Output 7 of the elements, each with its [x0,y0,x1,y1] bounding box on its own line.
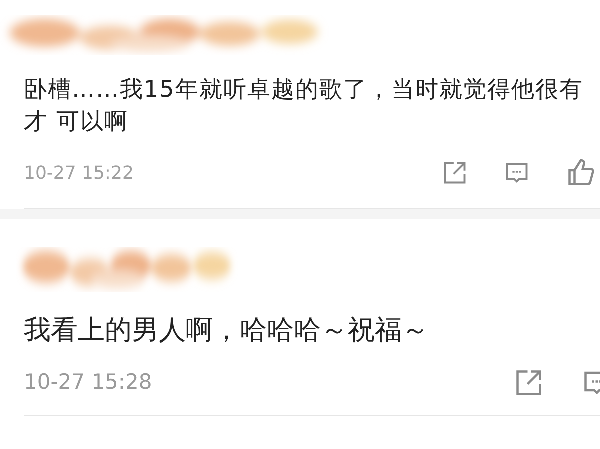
thumbs-up-icon[interactable] [566,158,596,188]
comment-text: 我看上的男人啊，哈哈哈～祝福～ [24,314,430,348]
comment-text: 卧槽……我15年就听卓越的歌了，当时就觉得他很有才 可以啊 [24,76,584,137]
timestamp: 10-27 15:28 [24,369,152,396]
share-icon[interactable] [442,160,468,186]
share-icon[interactable] [514,368,544,398]
timestamp: 10-27 15:22 [24,162,134,186]
